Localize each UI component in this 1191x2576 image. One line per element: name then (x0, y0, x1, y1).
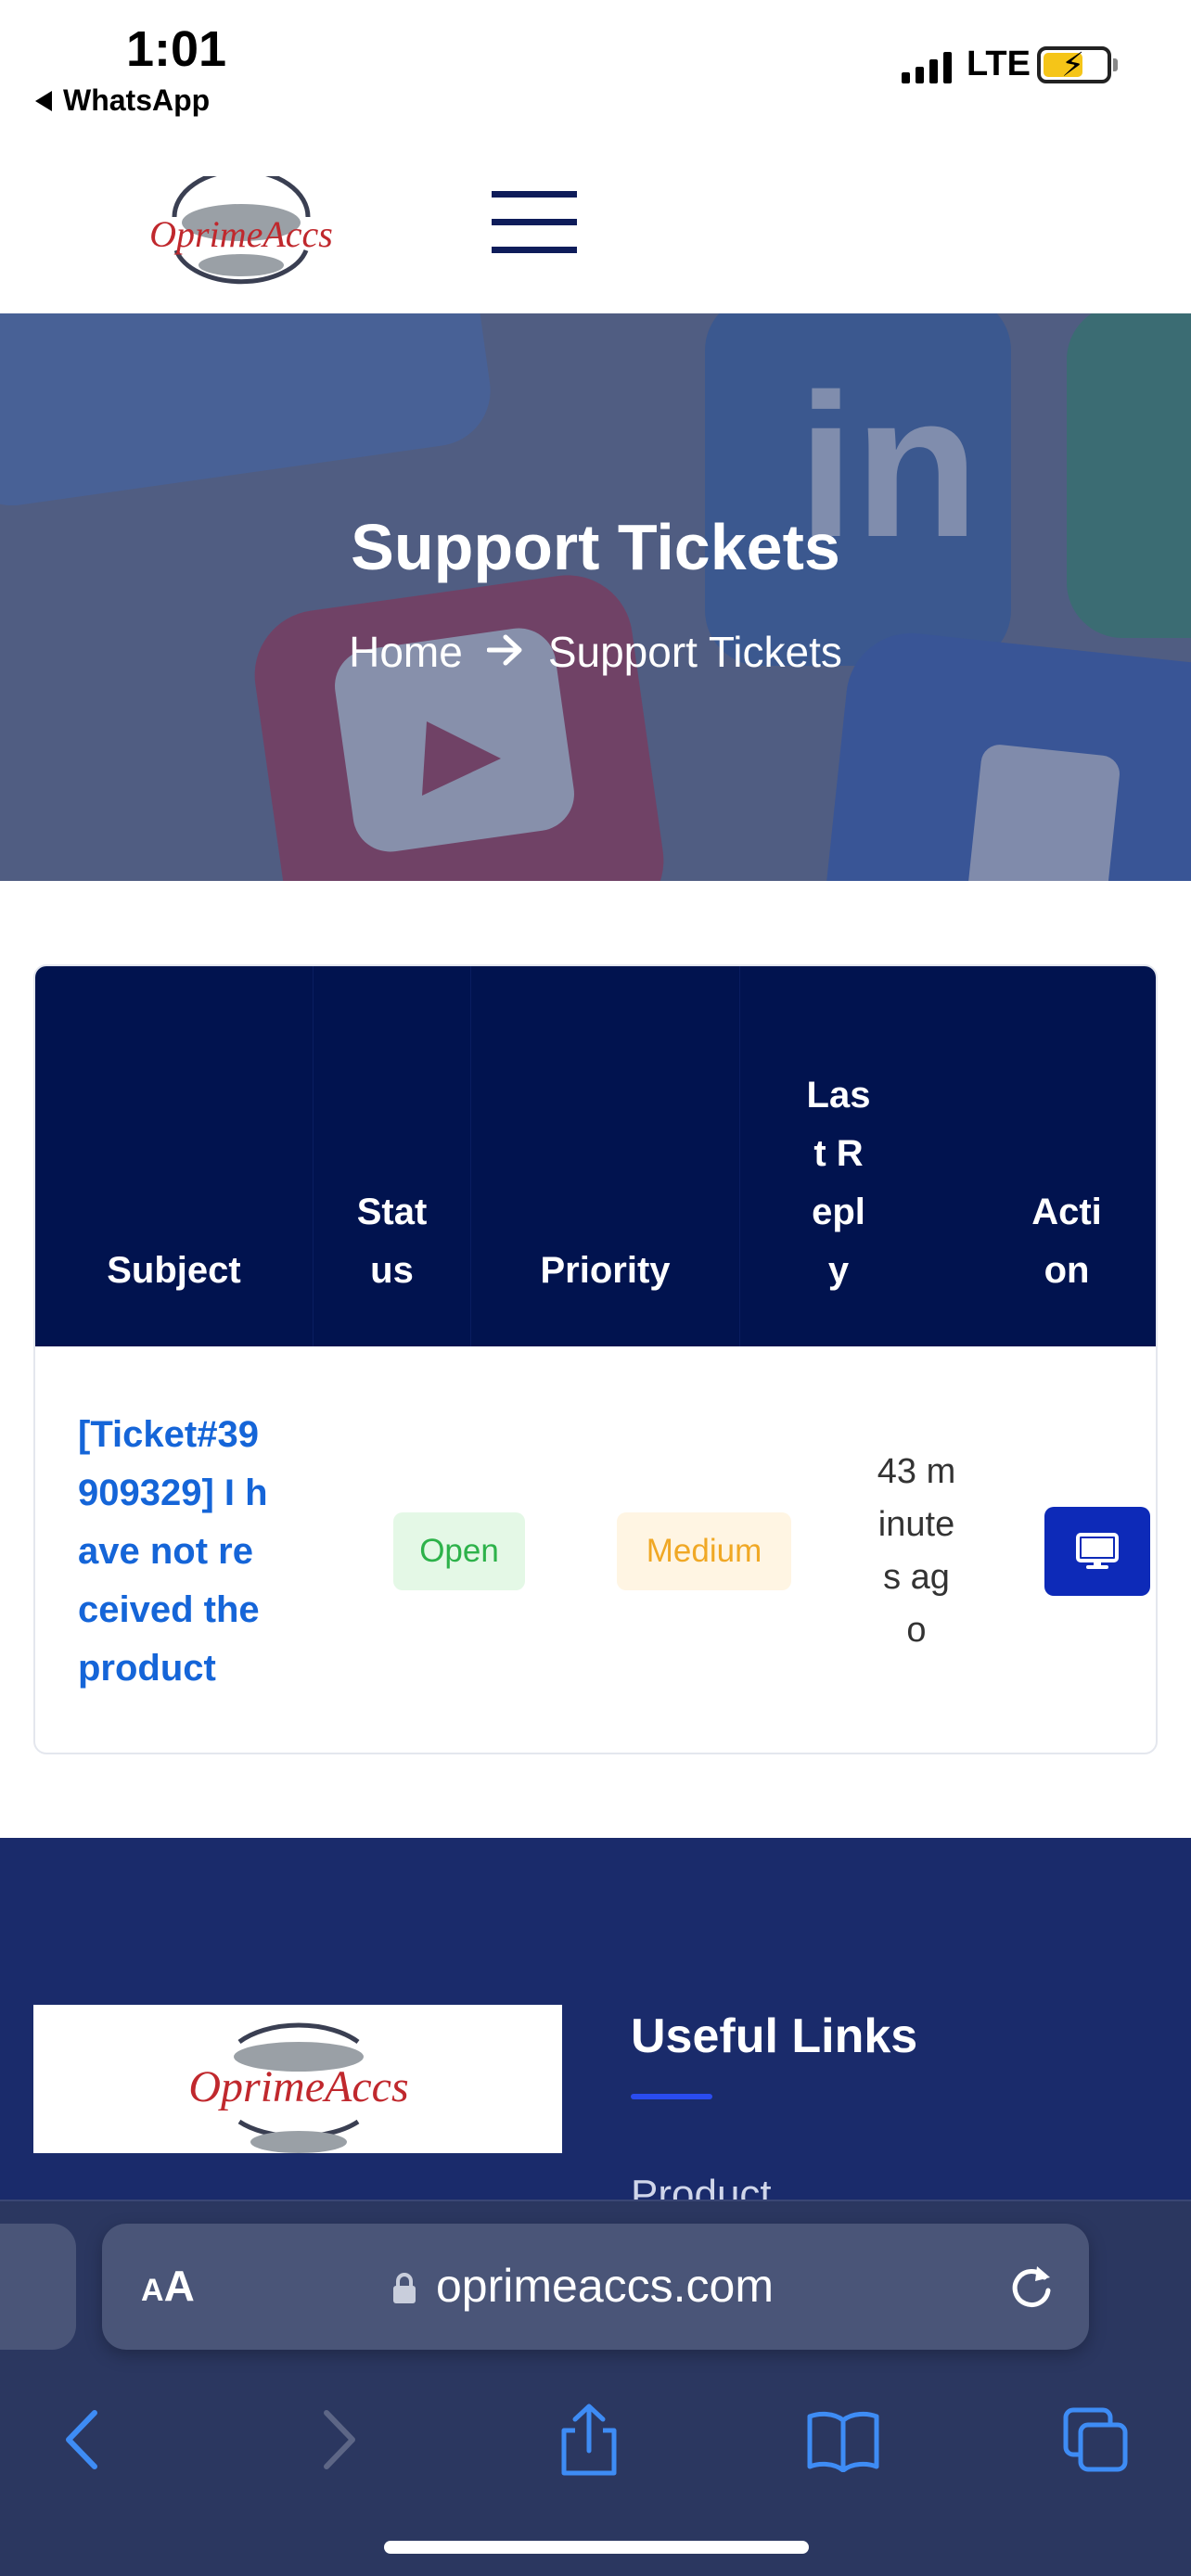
view-ticket-button[interactable] (1044, 1507, 1150, 1596)
back-triangle-icon (35, 90, 52, 111)
status-bar: 1:01 WhatsApp LTE ⚡ (0, 0, 1191, 139)
browser-toolbar (0, 2374, 1191, 2504)
priority-badge: Medium (616, 1512, 792, 1590)
breadcrumb-home-link[interactable]: Home (349, 627, 463, 677)
column-header-priority: Priority (471, 966, 740, 1346)
tabs-icon[interactable] (1054, 2398, 1137, 2481)
cell-action (1009, 1346, 1156, 1753)
breadcrumb-current: Support Tickets (547, 628, 842, 676)
desktop-icon (1076, 1533, 1119, 1569)
status-badge: Open (393, 1512, 525, 1590)
site-logo[interactable]: OprimeAccs (148, 168, 334, 286)
browser-chrome: AA oprimeaccs.com (0, 2200, 1191, 2576)
forward-icon[interactable] (297, 2398, 380, 2481)
page-title: Support Tickets (351, 511, 840, 583)
back-app-label: WhatsApp (63, 83, 211, 117)
signal-icon (902, 48, 952, 83)
battery-icon: ⚡ (1037, 46, 1111, 83)
battery-tip (1113, 58, 1118, 71)
site-header: OprimeAccs (0, 139, 1191, 313)
cell-subject: [Ticket#39909329] I have not received th… (78, 1346, 319, 1753)
breadcrumb: Home Support Tickets (0, 627, 1191, 677)
column-header-action: Action (1031, 1192, 1102, 1291)
logo-text: OprimeAccs (149, 213, 333, 255)
clock: 1:01 (126, 21, 227, 77)
reader-settings-button[interactable]: AA (141, 2261, 195, 2311)
reload-icon[interactable] (1004, 2259, 1059, 2315)
address-bar[interactable]: AA oprimeaccs.com (102, 2224, 1089, 2350)
cell-last-reply: 43 minutes ago (833, 1346, 1000, 1753)
lock-icon (393, 2273, 416, 2303)
previous-tab-peek[interactable] (0, 2224, 76, 2350)
back-to-app-link[interactable]: WhatsApp (35, 83, 210, 118)
footer-logo[interactable]: OprimeAccs (33, 2005, 562, 2153)
back-icon[interactable] (41, 2398, 124, 2481)
home-indicator (384, 2541, 809, 2554)
bookmarks-icon[interactable] (801, 2398, 885, 2481)
hero-overlay (0, 313, 1191, 881)
url-text: oprimeaccs.com (436, 2260, 774, 2312)
heading-underline (631, 2094, 712, 2099)
useful-links-heading: Useful Links (631, 2009, 918, 2063)
network-label: LTE (967, 45, 1031, 83)
share-icon[interactable] (547, 2398, 631, 2481)
arrow-right-icon (486, 627, 524, 677)
column-header-last-reply: Last Reply (806, 1075, 871, 1291)
column-header-status: Status (314, 966, 471, 1346)
cell-priority: Medium (555, 1346, 853, 1753)
hamburger-icon[interactable] (492, 189, 577, 256)
hero-banner: in Support Tickets Home Support Tickets (0, 313, 1191, 881)
tickets-table: Subject Status Priority Last Reply Actio… (33, 964, 1158, 1754)
ticket-subject-link[interactable]: [Ticket#39909329] I have not received th… (78, 1406, 271, 1698)
footer-logo-text: OprimeAccs (188, 2062, 408, 2111)
column-header-subject: Subject (35, 966, 314, 1346)
table-header: Subject Status Priority Last Reply Actio… (35, 966, 1156, 1346)
table-row: [Ticket#39909329] I have not received th… (35, 1346, 1156, 1753)
last-reply-text: 43 minutes ago (877, 1452, 956, 1650)
